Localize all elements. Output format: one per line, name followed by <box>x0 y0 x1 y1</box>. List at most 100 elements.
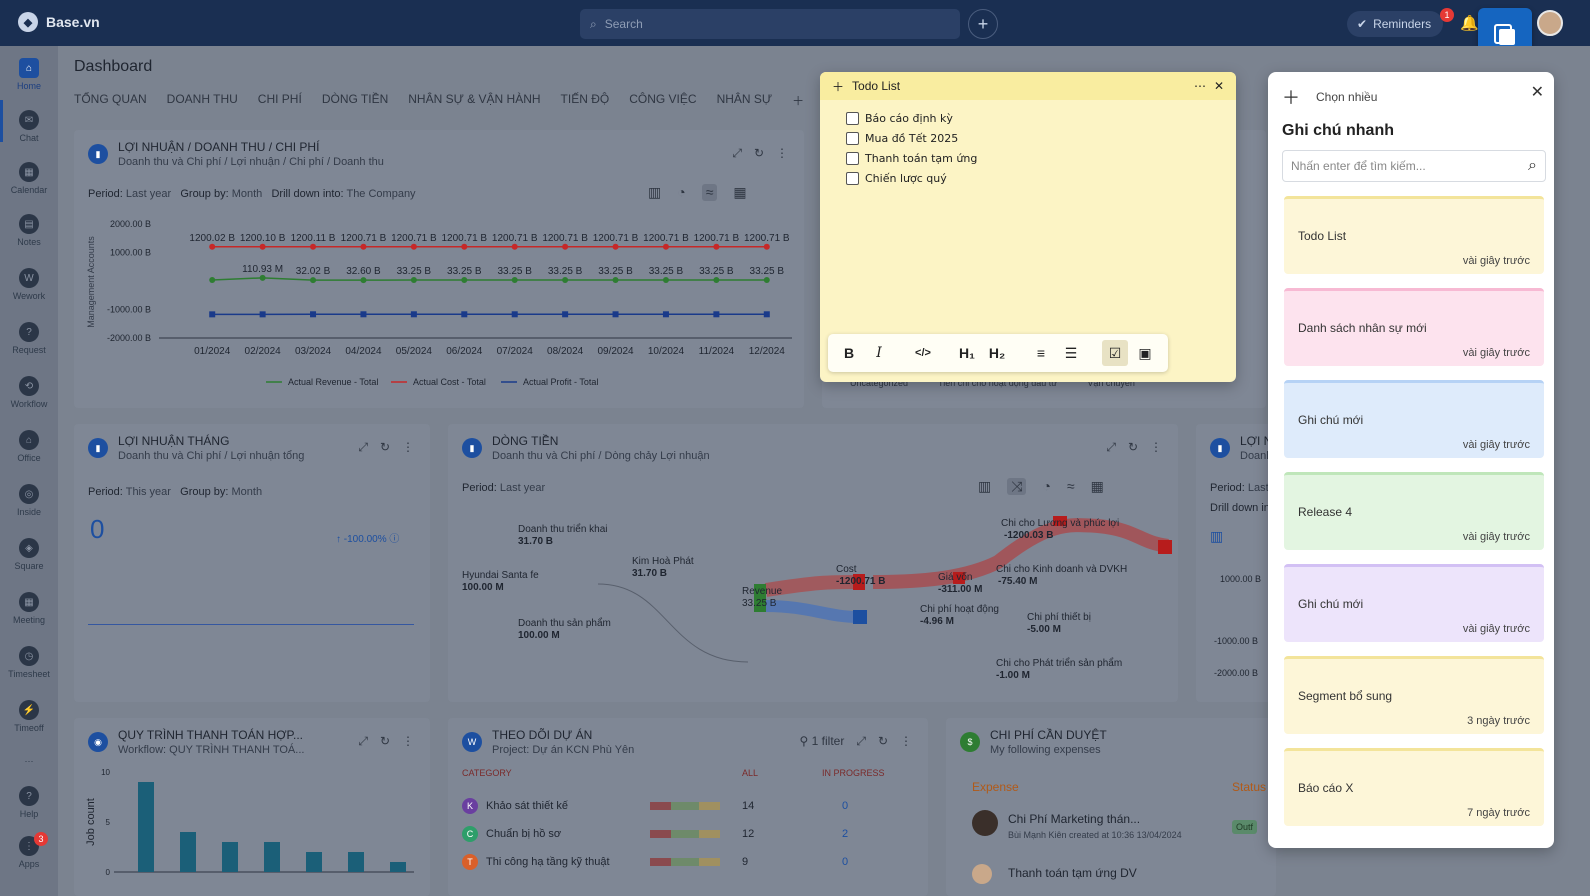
line-chart-icon[interactable]: ≈ <box>1067 478 1075 495</box>
checkbox[interactable] <box>846 171 859 185</box>
refresh-icon[interactable]: ↻ <box>1128 440 1138 455</box>
pie-chart-icon[interactable]: ◔ <box>1042 478 1050 495</box>
filter-button[interactable]: ⚲ 1 filter <box>800 734 845 749</box>
sidebar-item-apps[interactable]: ⋮ Apps 3 <box>0 832 58 869</box>
help-icon[interactable]: ⓘ <box>389 534 399 545</box>
notes-search-input[interactable]: Nhấn enter để tìm kiếm... ⌕ <box>1282 150 1546 182</box>
refresh-icon[interactable]: ↻ <box>754 146 764 161</box>
add-icon[interactable]: ＋ <box>832 78 844 95</box>
sidebar-item-meeting[interactable]: ▦ Meeting <box>0 592 58 625</box>
image-icon[interactable]: ▣ <box>1132 340 1158 366</box>
refresh-icon[interactable]: ↻ <box>878 734 888 749</box>
bullet-list-icon[interactable]: ☰ <box>1058 340 1084 366</box>
table-row[interactable]: T Thi công hạ tầng kỹ thuật 9 0 <box>462 848 922 876</box>
expense-name[interactable]: Chi Phí Marketing thán... <box>1008 812 1140 826</box>
sidebar-item-timeoff[interactable]: ⚡ Timeoff <box>0 700 58 733</box>
checkbox[interactable] <box>846 131 859 145</box>
checklist-item[interactable]: Báo cáo định kỳ <box>846 108 977 128</box>
close-icon[interactable]: ✕ <box>1214 79 1224 93</box>
sidebar-item-chat[interactable]: ✉ Chat <box>0 110 58 143</box>
more-vertical-icon[interactable]: ⋮ <box>776 146 788 161</box>
more-vertical-icon[interactable]: ⋮ <box>402 734 414 749</box>
bold-icon[interactable]: B <box>836 340 862 366</box>
sidebar-item-request[interactable]: ? Request <box>0 322 58 355</box>
sidebar-item-workflow[interactable]: ⟲ Workflow <box>0 376 58 409</box>
table-icon[interactable]: ▦ <box>733 184 746 201</box>
note-card[interactable]: Ghi chú mới vài giây trước <box>1284 380 1544 458</box>
checklist-item[interactable]: Mua đồ Tết 2025 <box>846 128 977 148</box>
code-icon[interactable]: </> <box>910 340 936 366</box>
sankey-icon[interactable]: ⤨ <box>1007 478 1027 495</box>
expand-icon[interactable]: ⤢ <box>732 146 742 161</box>
more-horizontal-icon[interactable]: ⋯ <box>1194 79 1206 93</box>
ordered-list-icon[interactable]: ≡ <box>1028 340 1054 366</box>
checklist-item[interactable]: Thanh toán tạm ứng <box>846 148 977 168</box>
tab-tong-quan[interactable]: TỔNG QUAN <box>74 92 147 109</box>
brand-logo[interactable]: ◆ Base.vn <box>18 12 100 32</box>
select-multiple-button[interactable]: Chọn nhiều <box>1316 90 1377 104</box>
pie-chart-icon[interactable]: ◔ <box>677 184 685 201</box>
expand-icon[interactable]: ⤢ <box>1106 440 1116 455</box>
sidebar-item-help[interactable]: ? Help <box>0 786 58 819</box>
checklist-icon[interactable]: ☑ <box>1102 340 1128 366</box>
refresh-icon[interactable]: ↻ <box>380 440 390 455</box>
more-vertical-icon[interactable]: ⋮ <box>900 734 912 749</box>
sidebar-item-calendar[interactable]: ▦ Calendar <box>0 162 58 195</box>
create-button[interactable]: + <box>968 9 998 39</box>
add-note-icon[interactable]: ＋ <box>1282 84 1300 110</box>
heading2-icon[interactable]: H₂ <box>984 340 1010 366</box>
count-in-progress[interactable]: 0 <box>842 856 848 868</box>
add-tab-icon[interactable]: ＋ <box>792 92 804 109</box>
global-search-input[interactable]: ⌕ Search <box>580 9 960 39</box>
more-vertical-icon[interactable]: ⋮ <box>1150 440 1162 455</box>
line-chart-icon[interactable]: ≈ <box>701 184 718 201</box>
sidebar-item-inside[interactable]: ◎ Inside <box>0 484 58 517</box>
note-card[interactable]: Danh sách nhân sự mới vài giây trước <box>1284 288 1544 366</box>
note-card[interactable]: Release 4 vài giây trước <box>1284 472 1544 550</box>
bar-chart-icon[interactable]: ▥ <box>648 184 661 201</box>
expand-icon[interactable]: ⤢ <box>358 440 368 455</box>
close-icon[interactable]: ✕ <box>1531 82 1544 102</box>
count-in-progress[interactable]: 0 <box>842 800 848 812</box>
sidebar-more-icon[interactable]: ⋯ <box>0 756 58 767</box>
user-avatar[interactable] <box>1537 10 1563 36</box>
bell-icon[interactable]: 🔔 <box>1460 14 1479 32</box>
checkbox[interactable] <box>846 111 859 125</box>
note-card[interactable]: Todo List vài giây trước <box>1284 196 1544 274</box>
checklist-item-text[interactable]: Thanh toán tạm ứng <box>865 152 977 165</box>
tab-tien-do[interactable]: TIẾN ĐỘ <box>561 92 610 109</box>
expense-name[interactable]: Thanh toán tạm ứng DV <box>1008 866 1137 880</box>
tab-nhan-su[interactable]: NHÂN SỰ <box>717 92 773 109</box>
note-card[interactable]: Ghi chú mới vài giây trước <box>1284 564 1544 642</box>
tab-dong-tien[interactable]: DÒNG TIỀN <box>322 92 388 109</box>
sidebar-item-home[interactable]: ⌂ Home <box>0 58 58 91</box>
tab-nhan-su-van-hanh[interactable]: NHÂN SỰ & VẬN HÀNH <box>408 92 540 109</box>
checklist-item[interactable]: Chiến lược quý <box>846 168 977 188</box>
sidebar-item-square[interactable]: ◈ Square <box>0 538 58 571</box>
table-icon[interactable]: ▦ <box>1091 478 1104 495</box>
reminders-button[interactable]: ✔ Reminders <box>1347 11 1444 37</box>
expand-icon[interactable]: ⤢ <box>856 734 866 749</box>
table-row[interactable]: K Khảo sát thiết kế 14 0 <box>462 792 922 820</box>
checkbox[interactable] <box>846 151 859 165</box>
table-row[interactable]: C Chuẩn bị hồ sơ 12 2 <box>462 820 922 848</box>
heading1-icon[interactable]: H₁ <box>954 340 980 366</box>
checklist-item-text[interactable]: Báo cáo định kỳ <box>865 112 953 125</box>
checklist-item-text[interactable]: Mua đồ Tết 2025 <box>865 132 958 145</box>
refresh-icon[interactable]: ↻ <box>380 734 390 749</box>
tab-chi-phi[interactable]: CHI PHÍ <box>258 92 302 109</box>
note-title[interactable]: Todo List <box>852 79 900 93</box>
tab-cong-viec[interactable]: CÔNG VIỆC <box>629 92 696 109</box>
search-icon[interactable]: ⌕ <box>1528 157 1537 175</box>
sidebar-item-timesheet[interactable]: ◷ Timesheet <box>0 646 58 679</box>
sidebar-item-office[interactable]: ⌂ Office <box>0 430 58 463</box>
tab-doanh-thu[interactable]: DOANH THU <box>167 92 238 109</box>
note-card[interactable]: Báo cáo X 7 ngày trước <box>1284 748 1544 826</box>
sidebar-item-wework[interactable]: W Wework <box>0 268 58 301</box>
bar-chart-icon[interactable]: ▥ <box>978 478 991 495</box>
count-in-progress[interactable]: 2 <box>842 828 848 840</box>
expand-icon[interactable]: ⤢ <box>358 734 368 749</box>
bar-chart-icon[interactable]: ▥ <box>1210 528 1223 545</box>
more-vertical-icon[interactable]: ⋮ <box>402 440 414 455</box>
italic-icon[interactable]: I <box>866 340 892 366</box>
